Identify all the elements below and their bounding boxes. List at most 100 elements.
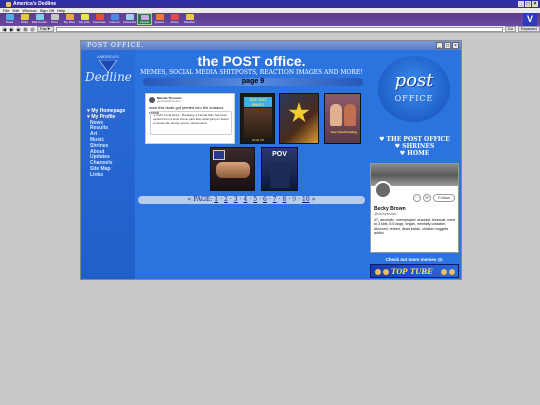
- toolbar-label: Perks: [170, 20, 179, 24]
- toolbar-mail-center-button[interactable]: Mail Center: [32, 13, 47, 25]
- toolbar: Read Write Mail Center Print My Files My AOL F…: [0, 13, 540, 26]
- pagination: « PAGE: 1 · 2 · 3 · 4 · 5 · 6 · 7 · 8 · 9 · 10»: [138, 196, 365, 204]
- tweet-quote: ↳ KVIA Local News · Breaking: a Florida …: [150, 111, 232, 135]
- toolbar-read-button[interactable]: Read: [2, 13, 17, 25]
- meme-thumbnail-4[interactable]: [210, 147, 255, 191]
- toolbar-favorites-button[interactable]: Favorites: [92, 13, 107, 25]
- window-controls: _ □ ×: [518, 1, 538, 7]
- toolbar-label: Quotes: [154, 20, 165, 24]
- pager-separator: ·: [259, 196, 262, 203]
- toolbar-channels-button[interactable]: Channels: [122, 13, 137, 25]
- more-options-icon[interactable]: ⋯: [413, 194, 421, 202]
- profile-avatar: [374, 181, 392, 199]
- profile-card[interactable]: ⋯ ✉ Follow Becky Brown @beckybrown 47, a…: [370, 163, 459, 253]
- tweet-screenshot[interactable]: Moistin Thornton @moistinthornton wow th…: [145, 93, 235, 144]
- meme-thumbnail-1[interactable]: TOP GOT SHOT! GIVE UP: [240, 93, 275, 144]
- sidebar-item-links[interactable]: Links: [86, 172, 134, 179]
- page-link-3[interactable]: 3: [234, 196, 238, 204]
- toolbar-label: Mail Center: [31, 20, 48, 24]
- page-link-8[interactable]: 8: [283, 196, 287, 204]
- page-link-9: 9: [292, 196, 297, 203]
- post-office-logo[interactable]: post OFFICE: [378, 56, 450, 122]
- maximize-button[interactable]: □: [525, 1, 531, 7]
- cartoon-icon: [375, 269, 381, 275]
- page-link-6[interactable]: 6: [263, 196, 267, 204]
- cartoon-icon: [383, 269, 389, 275]
- page-link-10[interactable]: 10: [302, 196, 310, 204]
- app-icon: [6, 1, 11, 7]
- link-home[interactable]: ♥ HOME: [368, 150, 461, 157]
- app-title: America's Dedline: [13, 1, 57, 7]
- toolbar-internet-button[interactable]: Internet: [107, 13, 122, 25]
- logo-post-text: post: [394, 70, 434, 91]
- banner-text: TOP TUBE: [391, 267, 433, 276]
- link-post-office[interactable]: ♥ THE POST OFFICE: [368, 136, 461, 143]
- profile-handle: @beckybrown: [374, 212, 397, 216]
- toolbar-label: Weather: [183, 20, 196, 24]
- keyword-button[interactable]: Keyword: [517, 26, 540, 32]
- toolbar-label: Favorites: [93, 20, 106, 24]
- meme-3-person-right: [344, 104, 356, 126]
- toolbar-my-files-button[interactable]: My Files: [62, 13, 77, 25]
- page-maximize-button[interactable]: □: [444, 42, 451, 49]
- address-field[interactable]: [55, 26, 503, 32]
- page-link-5[interactable]: 5: [253, 196, 257, 204]
- toolbar-label: Write: [21, 20, 28, 24]
- page-title-bar: POST OFFICE. _ □ ×: [81, 41, 461, 50]
- meme-3-person-left: [330, 104, 342, 126]
- reload-icon[interactable]: ↻: [23, 26, 28, 32]
- page-link-7[interactable]: 7: [273, 196, 277, 204]
- page-subtitle: MEMES, SOCIAL MEDIA SHITPOSTS, REACTION …: [140, 69, 363, 76]
- page-minimize-button[interactable]: _: [436, 42, 443, 49]
- toolbar-label: Read: [5, 20, 14, 24]
- go-button[interactable]: Go: [504, 26, 516, 32]
- page-close-button[interactable]: ×: [452, 42, 459, 49]
- toolbar-perks-button[interactable]: Perks: [167, 13, 182, 25]
- page-link-1[interactable]: 1: [214, 196, 218, 204]
- pager-separator: ·: [249, 196, 252, 203]
- page-window-controls: _ □ ×: [436, 42, 459, 49]
- toolbar-weather-button[interactable]: Weather: [182, 13, 197, 25]
- right-links: ♥ THE POST OFFICE ♥ SHRINES ♥ HOME: [368, 136, 461, 157]
- browser-window: POST OFFICE. _ □ × AMERICA'S Dedline ♥ M…: [80, 40, 462, 280]
- pager-separator: ·: [220, 196, 223, 203]
- profile-bio: 47, alcoholic, unemployed, arsonist, bis…: [374, 218, 456, 236]
- minimize-button[interactable]: _: [518, 1, 524, 7]
- page-link-2[interactable]: 2: [224, 196, 228, 204]
- meme-4-inset: [213, 150, 225, 160]
- meme-thumbnail-2[interactable]: [279, 93, 319, 144]
- home-icon[interactable]: ⌂: [30, 26, 35, 32]
- page-number-bar: page 9: [143, 78, 363, 86]
- follow-button[interactable]: Follow: [433, 194, 455, 202]
- main-content: the POST office. MEMES, SOCIAL MEDIA SHI…: [135, 50, 368, 279]
- toolbar-print-button[interactable]: Print: [47, 13, 62, 25]
- toolbar-my-aol-button[interactable]: My AOL: [77, 13, 92, 25]
- pager-separator: ·: [288, 196, 291, 203]
- more-memes-text: Check out more memes @:: [385, 257, 444, 262]
- aol-logo-icon[interactable]: V: [523, 13, 537, 26]
- toolbar-write-button[interactable]: Write: [17, 13, 32, 25]
- site-logo[interactable]: AMERICA'S Dedline: [85, 54, 132, 98]
- meme-thumbnail-3[interactable]: Your Liked Feeling: [324, 93, 361, 144]
- toolbar-people-button[interactable]: People: [137, 13, 152, 25]
- meme-thumbnail-5[interactable]: POV: [261, 147, 298, 191]
- forward-icon[interactable]: ▶: [9, 26, 14, 32]
- link-banner[interactable]: TOP TUBE: [370, 264, 459, 278]
- close-button[interactable]: ×: [532, 1, 538, 7]
- stop-icon[interactable]: ■: [16, 26, 21, 32]
- page-link-4[interactable]: 4: [244, 196, 248, 204]
- app-title-bar: America's Dedline _ □ ×: [0, 0, 540, 8]
- navigation-bar: ◀ ▶ ■ ↻ ⌂ Fav▼ Go Keyword: [0, 26, 540, 33]
- tweet-handle: @moistinthornton: [157, 99, 181, 103]
- toolbar-label: Print: [51, 20, 58, 24]
- meme-1-top-text: TOP GOT SHOT!: [244, 97, 272, 107]
- link-shrines[interactable]: ♥ SHRINES: [368, 143, 461, 150]
- favorites-button[interactable]: Fav▼: [37, 26, 54, 32]
- pager-prefix: « PAGE:: [187, 196, 213, 203]
- toolbar-quotes-button[interactable]: Quotes: [152, 13, 167, 25]
- message-icon[interactable]: ✉: [423, 194, 431, 202]
- back-icon[interactable]: ◀: [2, 26, 7, 32]
- meme-1-bottom-text: GIVE UP: [251, 138, 265, 142]
- page-title: the POST office.: [197, 53, 306, 69]
- star-icon: [288, 102, 310, 123]
